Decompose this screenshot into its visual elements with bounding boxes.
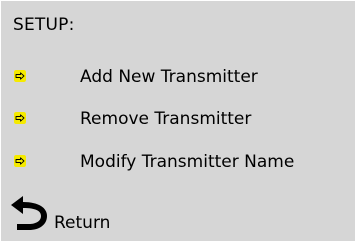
menu-item-label: Add New Transmitter: [80, 67, 258, 87]
menu-item-modify-transmitter-name[interactable]: Modify Transmitter Name: [1, 149, 356, 179]
return-arrow-icon: [11, 196, 47, 230]
menu-item-label: Remove Transmitter: [80, 109, 252, 129]
setup-screen: SETUP: Add New Transmitter Remove Transm…: [0, 0, 356, 242]
arrow-right-icon: [14, 70, 26, 82]
arrow-right-icon: [14, 155, 26, 167]
menu-item-label: Modify Transmitter Name: [80, 152, 295, 172]
page-title: SETUP:: [13, 15, 75, 35]
arrow-right-icon: [14, 112, 26, 124]
menu-item-remove-transmitter[interactable]: Remove Transmitter: [1, 106, 356, 136]
return-label: Return: [54, 213, 111, 233]
menu-item-add-new-transmitter[interactable]: Add New Transmitter: [1, 64, 356, 94]
return-button[interactable]: Return: [9, 192, 129, 238]
